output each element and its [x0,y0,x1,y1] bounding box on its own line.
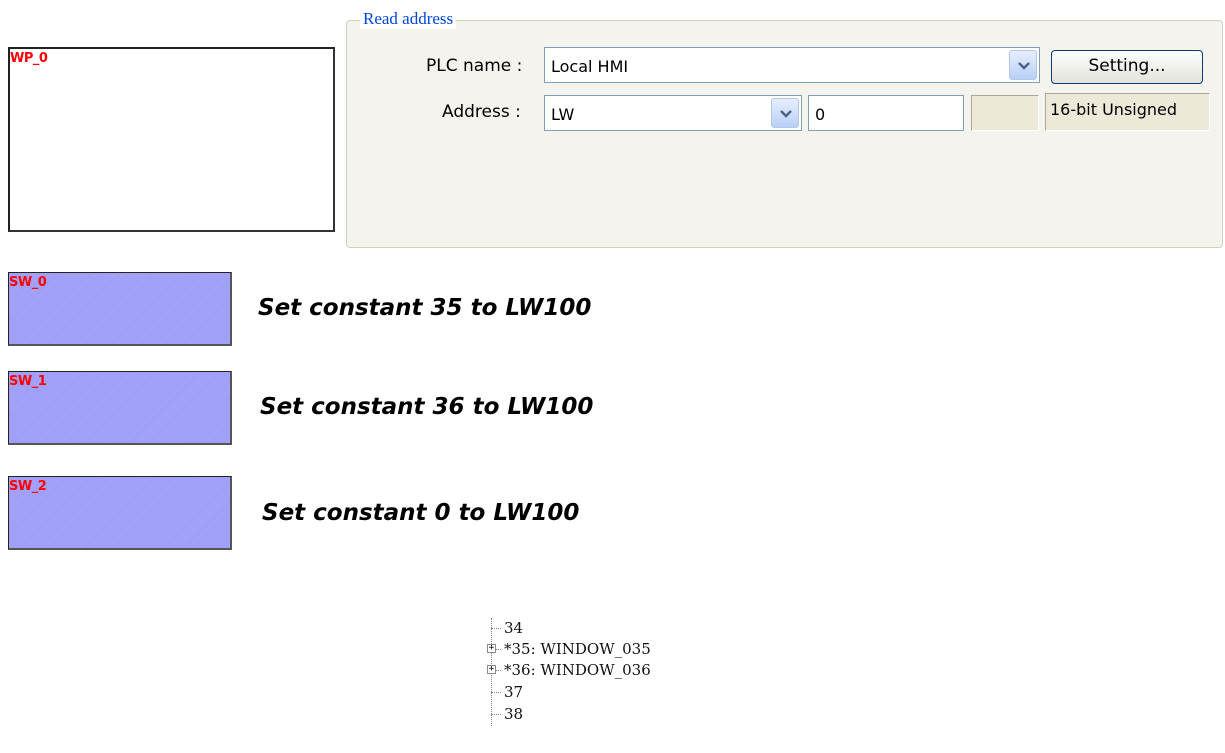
tree-item-label: 37 [504,683,524,701]
tree-branch [491,692,501,693]
address-label: Address : [442,102,521,122]
address-device-select[interactable]: LW [544,95,802,131]
address-number-value: 0 [815,105,826,124]
object-id-label: SW_1 [9,374,47,389]
chevron-down-icon[interactable] [771,98,799,128]
object-id-label: SW_0 [9,275,47,290]
object-id-label: WP_0 [10,51,48,66]
setting-button[interactable]: Setting... [1051,50,1203,84]
group-title: Read address [360,9,457,29]
address-number-field[interactable]: 0 [808,95,964,131]
address-extra-field [971,95,1039,131]
sw2-caption: Set constant 0 to LW100 [262,500,580,526]
tree-item-label: *35: WINDOW_035 [504,640,651,658]
tree-item-label: 38 [504,705,524,723]
expand-plus-icon[interactable]: + [487,644,496,653]
plc-name-select[interactable]: Local HMI [544,47,1040,83]
sw0-caption: Set constant 35 to LW100 [258,295,592,321]
plc-name-label: PLC name : [426,56,523,76]
chevron-down-icon[interactable] [1009,50,1037,80]
tree-branch [491,628,501,629]
address-device-value: LW [551,105,575,124]
object-id-label: SW_2 [9,479,47,494]
set-word-button-sw2[interactable]: SW_2 [8,476,232,550]
window-placeholder[interactable]: WP_0 [8,47,335,232]
tree-item-label: 34 [504,619,524,637]
set-word-button-sw0[interactable]: SW_0 [8,272,232,346]
expand-plus-icon[interactable]: + [487,665,496,674]
sw1-caption: Set constant 36 to LW100 [260,394,594,420]
data-type-display: 16-bit Unsigned [1045,93,1210,131]
tree-branch [491,714,501,715]
tree-item-label: *36: WINDOW_036 [504,661,651,679]
set-word-button-sw1[interactable]: SW_1 [8,371,232,445]
plc-name-value: Local HMI [551,57,629,76]
